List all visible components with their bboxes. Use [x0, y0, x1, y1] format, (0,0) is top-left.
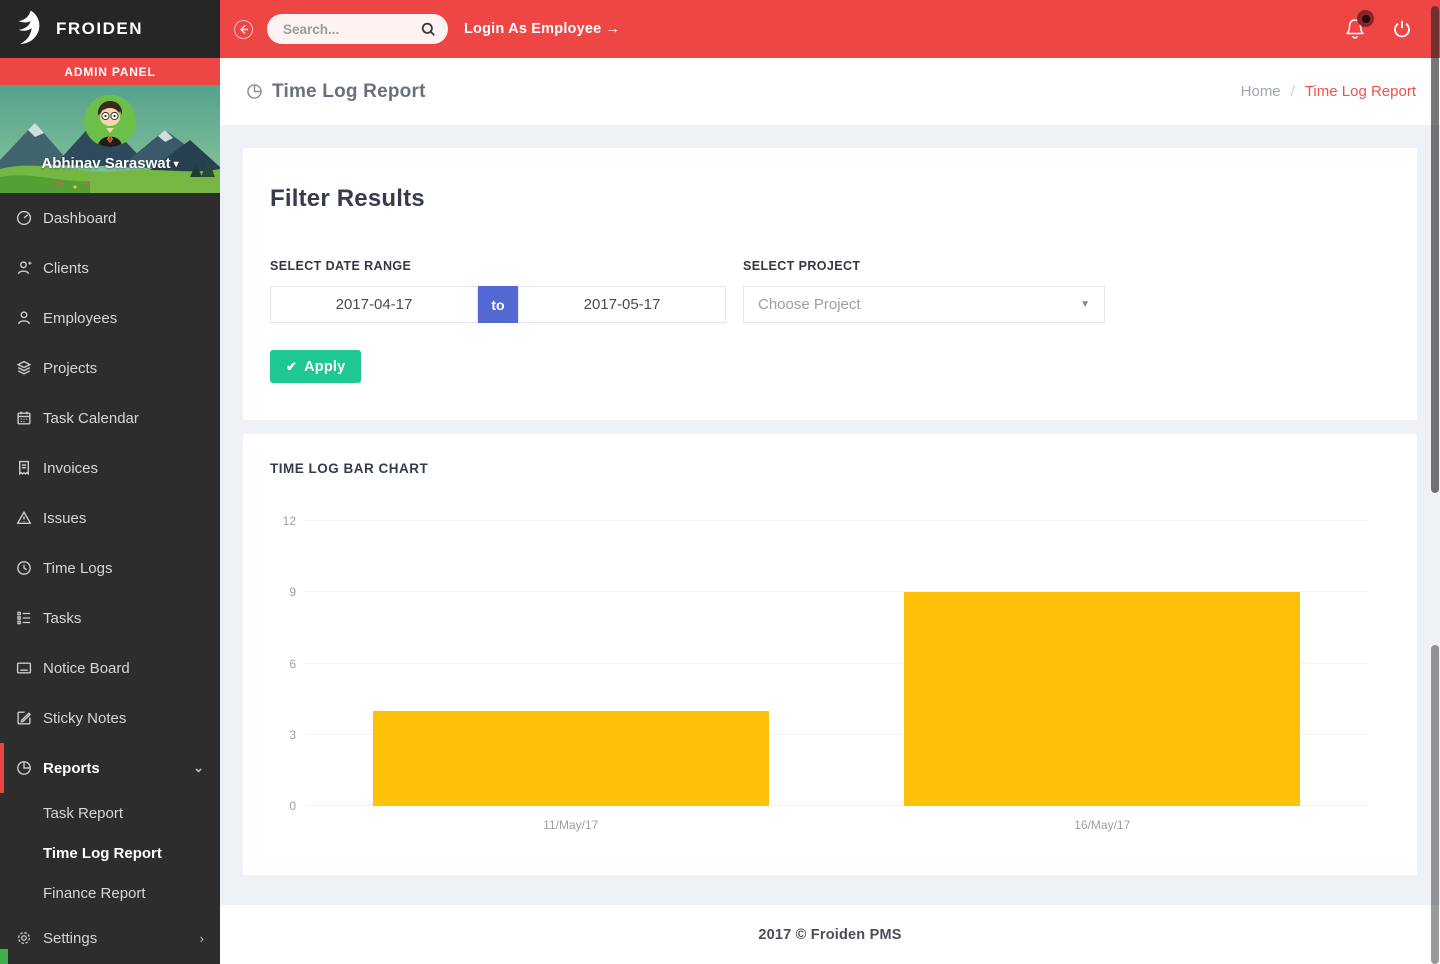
brand-name: FROIDEN: [56, 19, 143, 39]
back-arrow-icon: [238, 24, 249, 35]
projects-icon: [16, 360, 32, 376]
chart-card: TIME LOG BAR CHART 03691211/May/1716/May…: [243, 434, 1417, 875]
breadcrumb-current: Time Log Report: [1305, 83, 1416, 100]
page-header: Time Log Report Home / Time Log Report: [220, 58, 1440, 125]
brand[interactable]: FROIDEN: [0, 0, 220, 58]
date-range-group: SELECT DATE RANGE to ✔ Apply: [270, 259, 726, 383]
apply-button[interactable]: ✔ Apply: [270, 350, 361, 383]
tasks-icon: [16, 610, 32, 626]
arrow-right-icon: →: [605, 21, 620, 37]
x-axis-tick: 16/May/17: [1074, 818, 1130, 832]
avatar[interactable]: [84, 95, 136, 147]
invoice-icon: [16, 460, 32, 476]
gridline: [305, 520, 1368, 521]
sidebar-item-reports[interactable]: Reports ⌄: [0, 743, 220, 793]
sidebar-item-time-log-report[interactable]: Time Log Report: [0, 833, 220, 873]
y-axis-tick: 6: [270, 657, 296, 671]
sidebar-item-tasks[interactable]: Tasks: [0, 593, 220, 643]
chevron-down-icon: ⌄: [193, 760, 204, 776]
sidebar-item-finance-report[interactable]: Finance Report: [0, 873, 220, 913]
profile-name[interactable]: Abhinav Saraswat▾: [0, 155, 220, 172]
filter-card: Filter Results SELECT DATE RANGE to ✔ Ap…: [243, 148, 1417, 420]
chart-title: TIME LOG BAR CHART: [270, 461, 1390, 476]
y-axis-tick: 12: [270, 514, 296, 528]
notification-badge: [1357, 10, 1374, 27]
notifications-button[interactable]: [1344, 17, 1366, 41]
logout-button[interactable]: [1392, 19, 1412, 39]
dashboard-icon: [16, 210, 32, 226]
filter-heading: Filter Results: [270, 185, 1390, 213]
page-title: Time Log Report: [246, 81, 426, 103]
search-input[interactable]: [283, 22, 413, 37]
x-axis-tick: 11/May/17: [543, 818, 598, 832]
project-group: SELECT PROJECT Choose Project ▼: [743, 259, 1105, 383]
collapse-sidebar-button[interactable]: [234, 20, 253, 39]
y-axis-tick: 3: [270, 728, 296, 742]
froiden-bird-logo: [8, 8, 50, 50]
caret-down-icon: ▾: [174, 159, 179, 170]
sidebar-scroll-indicator: [0, 949, 8, 964]
chart-plot: 03691211/May/1716/May/17: [305, 521, 1368, 806]
board-icon: [16, 660, 32, 676]
date-to-input[interactable]: [518, 286, 726, 323]
sidebar-item-notice-board[interactable]: Notice Board: [0, 643, 220, 693]
note-icon: [16, 710, 32, 726]
breadcrumb-home-link[interactable]: Home: [1241, 83, 1281, 100]
sidebar-item-projects[interactable]: Projects: [0, 343, 220, 393]
topbar: Login As Employee→: [220, 0, 1440, 58]
breadcrumb-separator: /: [1291, 83, 1295, 100]
login-as-employee-link[interactable]: Login As Employee→: [464, 21, 620, 37]
search-box[interactable]: [267, 14, 448, 44]
search-icon[interactable]: [421, 22, 436, 37]
check-icon: ✔: [286, 359, 297, 375]
footer-text: 2017 © Froiden PMS: [758, 927, 901, 943]
admin-panel-banner: ADMIN PANEL: [0, 58, 220, 85]
project-select[interactable]: Choose Project ▼: [743, 286, 1105, 323]
sidebar-item-clients[interactable]: Clients: [0, 243, 220, 293]
main-content: Filter Results SELECT DATE RANGE to ✔ Ap…: [220, 125, 1440, 964]
footer: 2017 © Froiden PMS: [220, 905, 1440, 964]
sidebar-item-invoices[interactable]: Invoices: [0, 443, 220, 493]
sidebar-item-employees[interactable]: Employees: [0, 293, 220, 343]
content-scrollbar-thumb[interactable]: [1431, 645, 1439, 964]
date-from-input[interactable]: [270, 286, 478, 323]
warning-icon: [16, 510, 32, 526]
employees-icon: [16, 310, 32, 326]
y-axis-tick: 0: [270, 799, 296, 813]
select-caret-icon: ▼: [1080, 299, 1090, 310]
sidebar-menu: Dashboard Clients Employees Projects Tas…: [0, 193, 220, 963]
sidebar-item-issues[interactable]: Issues: [0, 493, 220, 543]
sidebar-item-task-calendar[interactable]: Task Calendar: [0, 393, 220, 443]
y-axis-tick: 9: [270, 585, 296, 599]
sidebar-item-task-report[interactable]: Task Report: [0, 793, 220, 833]
chart-bar[interactable]: [373, 711, 769, 806]
profile-widget: Abhinav Saraswat▾: [0, 85, 220, 193]
date-to-separator: to: [478, 286, 518, 323]
project-label: SELECT PROJECT: [743, 259, 1105, 273]
breadcrumb: Home / Time Log Report: [1241, 83, 1416, 100]
sidebar-item-time-logs[interactable]: Time Logs: [0, 543, 220, 593]
date-range-label: SELECT DATE RANGE: [270, 259, 726, 273]
clock-icon: [16, 560, 32, 576]
sidebar-item-dashboard[interactable]: Dashboard: [0, 193, 220, 243]
power-icon: [1392, 19, 1412, 39]
gear-icon: [16, 930, 32, 946]
sidebar-item-sticky-notes[interactable]: Sticky Notes: [0, 693, 220, 743]
clients-icon: [16, 260, 32, 276]
sidebar-item-settings[interactable]: Settings ›: [0, 913, 220, 963]
calendar-icon: [16, 410, 32, 426]
pie-chart-icon: [16, 760, 32, 776]
chevron-right-icon: ›: [200, 931, 204, 946]
page-scrollbar-thumb[interactable]: [1431, 6, 1439, 493]
sidebar: FROIDEN ADMIN PANEL: [0, 0, 220, 964]
chart-bar[interactable]: [904, 592, 1300, 806]
pie-chart-icon: [246, 83, 263, 100]
